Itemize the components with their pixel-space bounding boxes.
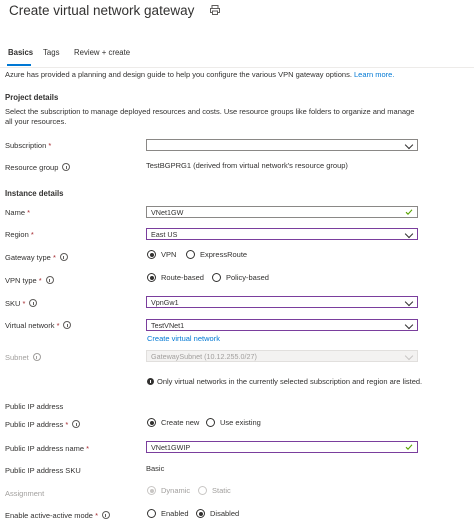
tab-divider — [0, 67, 474, 68]
radio-unselected-icon — [147, 509, 156, 518]
chevron-down-icon — [404, 320, 414, 330]
info-icon[interactable] — [59, 253, 68, 261]
project-details-heading: Project details — [5, 93, 59, 102]
vpn-type-label: VPN type * — [5, 276, 54, 285]
subnet-dropdown: GatewaySubnet (10.12.255.0/27) — [146, 350, 418, 362]
tab-tags[interactable]: Tags — [43, 48, 59, 57]
assignment-static-radio: Static — [198, 486, 231, 495]
info-icon[interactable] — [29, 299, 38, 307]
active-active-enabled-radio[interactable]: Enabled — [147, 509, 189, 518]
assignment-dynamic-radio: Dynamic — [147, 486, 190, 495]
virtual-network-label: Virtual network * — [5, 321, 72, 330]
radio-unselected-icon — [198, 486, 207, 495]
name-label: Name * — [5, 208, 31, 217]
info-icon — [32, 353, 41, 361]
checkmark-icon — [405, 444, 413, 450]
resource-group-label: Resource group — [5, 163, 71, 172]
resource-group-value: TestBGPRG1 (derived from virtual network… — [146, 161, 348, 170]
vnet-filter-note: Only virtual networks in the currently s… — [147, 377, 422, 386]
subscription-label: Subscription * — [5, 141, 52, 150]
vpn-type-policy-based-radio[interactable]: Policy-based — [212, 273, 269, 282]
tab-bar: Basics Tags Review + create — [0, 46, 474, 68]
radio-unselected-icon — [206, 418, 215, 427]
instance-details-heading: Instance details — [5, 189, 64, 198]
info-filled-icon — [147, 378, 154, 385]
chevron-down-icon — [404, 297, 414, 307]
info-icon[interactable] — [62, 163, 71, 171]
active-active-label: Enable active-active mode * — [5, 511, 110, 520]
chevron-down-icon — [404, 229, 414, 239]
public-ip-sku-value: Basic — [146, 464, 165, 473]
radio-selected-icon — [147, 486, 156, 495]
region-dropdown[interactable]: East US — [146, 228, 418, 240]
assignment-label: Assignment — [5, 489, 45, 498]
intro-text: Azure has provided a planning and design… — [5, 70, 395, 79]
region-label: Region * — [5, 230, 34, 239]
active-tab-indicator — [7, 64, 31, 66]
tab-review-create[interactable]: Review + create — [74, 48, 130, 57]
gateway-type-vpn-radio[interactable]: VPN — [147, 250, 176, 259]
active-active-disabled-radio[interactable]: Disabled — [196, 509, 239, 518]
sku-dropdown[interactable]: VpnGw1 — [146, 296, 418, 308]
learn-more-link[interactable]: Learn more. — [354, 70, 394, 79]
radio-unselected-icon — [186, 250, 195, 259]
public-ip-create-new-radio[interactable]: Create new — [147, 418, 199, 427]
public-ip-name-input[interactable]: VNet1GWIP — [146, 441, 418, 453]
virtual-network-dropdown[interactable]: TestVNet1 — [146, 319, 418, 331]
required-marker: * — [27, 208, 31, 217]
info-icon[interactable] — [101, 511, 110, 519]
chevron-down-icon — [404, 140, 414, 150]
print-icon[interactable] — [209, 4, 221, 16]
required-marker: * — [30, 230, 34, 239]
required-marker: * — [38, 276, 42, 285]
required-marker: * — [65, 420, 69, 429]
public-ip-sku-label: Public IP address SKU — [5, 466, 81, 475]
info-icon[interactable] — [63, 321, 72, 329]
name-input[interactable]: VNet1GW — [146, 206, 418, 218]
radio-selected-icon — [196, 509, 205, 518]
subscription-dropdown[interactable] — [146, 139, 418, 151]
radio-unselected-icon — [212, 273, 221, 282]
required-marker: * — [86, 444, 90, 453]
chevron-down-icon — [404, 351, 414, 361]
radio-selected-icon — [147, 273, 156, 282]
public-ip-heading: Public IP address — [5, 402, 64, 411]
required-marker: * — [52, 253, 56, 262]
project-details-description: Select the subscription to manage deploy… — [5, 107, 415, 126]
public-ip-use-existing-radio[interactable]: Use existing — [206, 418, 261, 427]
radio-selected-icon — [147, 250, 156, 259]
checkmark-icon — [405, 209, 413, 215]
required-marker: * — [56, 321, 60, 330]
gateway-type-expressroute-radio[interactable]: ExpressRoute — [186, 250, 247, 259]
info-icon[interactable] — [45, 276, 54, 284]
gateway-type-label: Gateway type * — [5, 253, 68, 262]
required-marker: * — [48, 141, 52, 150]
page-title: Create virtual network gateway — [9, 3, 195, 18]
vpn-type-route-based-radio[interactable]: Route-based — [147, 273, 204, 282]
public-ip-address-label: Public IP address * — [5, 420, 81, 429]
required-marker: * — [95, 511, 98, 520]
public-ip-name-label: Public IP address name * — [5, 444, 90, 453]
subnet-label: Subnet — [5, 353, 41, 362]
radio-selected-icon — [147, 418, 156, 427]
create-virtual-network-link[interactable]: Create virtual network — [147, 334, 220, 343]
info-icon[interactable] — [72, 420, 81, 428]
required-marker: * — [22, 299, 26, 308]
tab-basics[interactable]: Basics — [8, 48, 33, 57]
sku-label: SKU * — [5, 299, 38, 308]
